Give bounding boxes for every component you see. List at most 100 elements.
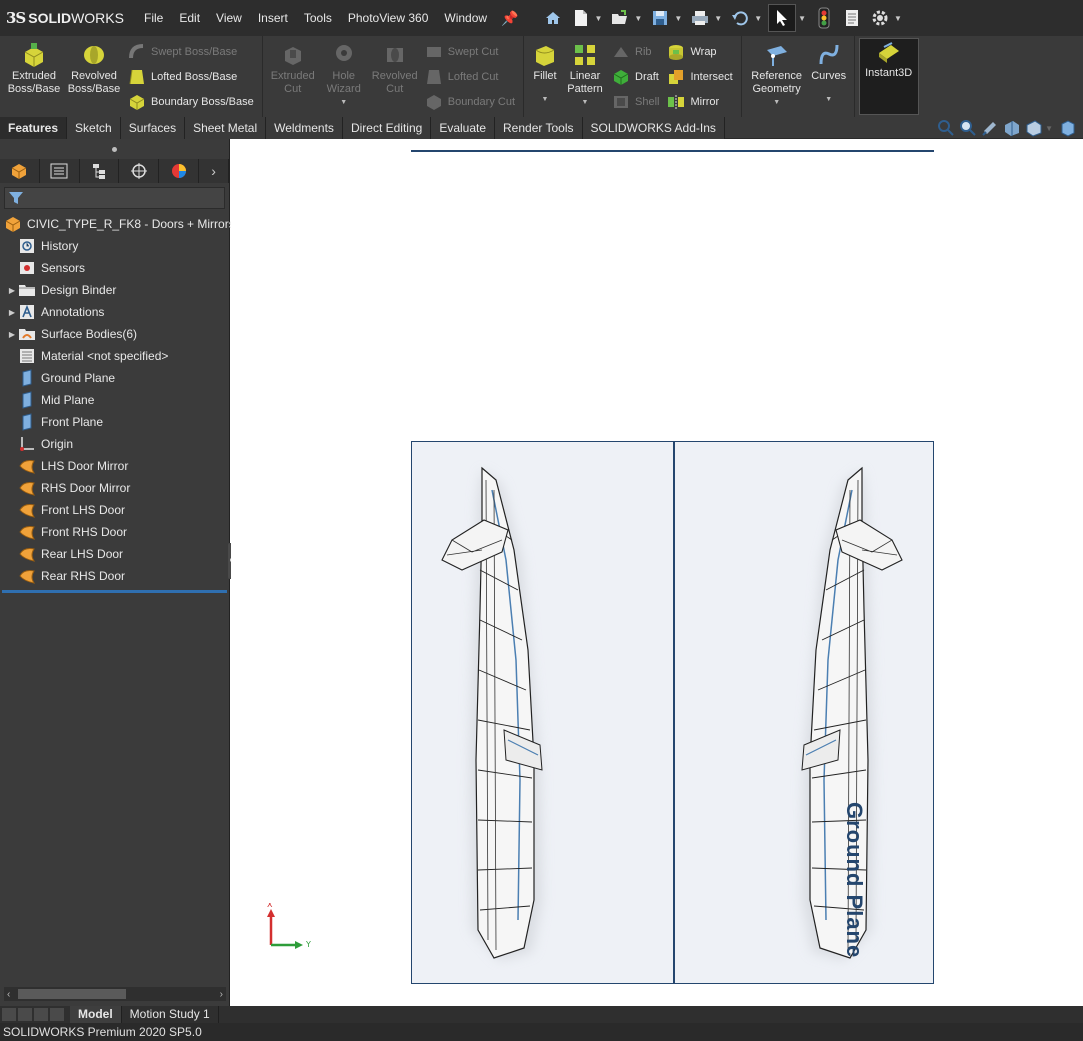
select-dropdown-icon[interactable]: ▼ [798, 14, 806, 23]
options-dropdown-icon[interactable]: ▼ [894, 14, 902, 23]
intersect-button[interactable]: Intersect [667, 66, 733, 88]
open-document-icon[interactable] [608, 6, 632, 30]
revolved-cut-button[interactable]: Revolved Cut [369, 36, 421, 117]
boundary-cut-button[interactable]: Boundary Cut [425, 91, 515, 113]
tree-item-lhs-door-mirror[interactable]: LHS Door Mirror [0, 455, 229, 477]
scroll-right-icon[interactable]: › [220, 989, 223, 1000]
fillet-button[interactable]: Fillet ▼ [528, 36, 562, 117]
previous-view-icon[interactable] [979, 118, 1001, 138]
tab-motion-study-1[interactable]: Motion Study 1 [122, 1006, 219, 1023]
tree-item-rhs-door-mirror[interactable]: RHS Door Mirror [0, 477, 229, 499]
property-manager-tab-icon[interactable] [40, 159, 80, 183]
tab-solidworks-add-ins[interactable]: SOLIDWORKS Add-Ins [582, 117, 725, 139]
boundary-boss-button[interactable]: Boundary Boss/Base [128, 91, 254, 113]
mirror-button[interactable]: Mirror [667, 91, 732, 113]
linear-pattern-dropdown-icon[interactable]: ▼ [582, 96, 589, 109]
tree-item-ground-plane[interactable]: Ground Plane [0, 367, 229, 389]
lofted-boss-button[interactable]: Lofted Boss/Base [128, 66, 254, 88]
lofted-cut-button[interactable]: Lofted Cut [425, 66, 515, 88]
menu-window[interactable]: Window [436, 0, 495, 36]
tree-item-material-not-specified[interactable]: Material <not specified> [0, 345, 229, 367]
panel-horizontal-scrollbar[interactable]: ‹ › [4, 987, 226, 1001]
rebuild-traffic-light-icon[interactable] [812, 6, 836, 30]
curves-dropdown-icon[interactable]: ▼ [825, 93, 832, 106]
next-tab-button[interactable] [34, 1008, 48, 1021]
swept-boss-button[interactable]: Swept Boss/Base [128, 41, 254, 63]
display-manager-tab-icon[interactable] [159, 159, 200, 183]
display-style-icon[interactable] [1057, 118, 1079, 138]
hole-wizard-button[interactable]: Hole Wizard ▼ [319, 36, 369, 117]
scroll-thumb[interactable] [18, 989, 126, 999]
last-tab-button[interactable] [50, 1008, 64, 1021]
more-tabs-chevron-icon[interactable]: › [199, 159, 230, 183]
menu-photoview-360[interactable]: PhotoView 360 [340, 0, 437, 36]
tab-render-tools[interactable]: Render Tools [495, 117, 583, 139]
tree-root-part[interactable]: CIVIC_TYPE_R_FK8 - Doors + Mirrors ( [0, 213, 242, 235]
view-orientation-dropdown-icon[interactable]: ▼ [1045, 124, 1053, 133]
configuration-manager-tab-icon[interactable] [80, 159, 120, 183]
tab-features[interactable]: Features [0, 117, 68, 139]
rollback-bar[interactable] [2, 590, 227, 593]
extruded-boss-button[interactable]: Extruded Boss/Base [4, 36, 64, 117]
tree-item-front-plane[interactable]: Front Plane [0, 411, 229, 433]
tree-item-design-binder[interactable]: ▶ Design Binder [0, 279, 229, 301]
solidworks-logo[interactable]: 3S SOLIDWORKS [0, 0, 132, 36]
section-view-icon[interactable] [1001, 118, 1023, 138]
draft-button[interactable]: Draft [612, 66, 659, 88]
undo-icon[interactable] [728, 6, 752, 30]
previous-tab-button[interactable] [18, 1008, 32, 1021]
hole-wizard-dropdown-icon[interactable]: ▼ [340, 96, 347, 109]
menu-insert[interactable]: Insert [250, 0, 296, 36]
zoom-to-area-icon[interactable] [957, 118, 979, 138]
tree-item-mid-plane[interactable]: Mid Plane [0, 389, 229, 411]
lhs-door-model[interactable] [422, 460, 572, 970]
tree-item-front-rhs-door[interactable]: Front RHS Door [0, 521, 229, 543]
zoom-to-fit-icon[interactable] [935, 118, 957, 138]
expand-arrow-icon[interactable]: ▶ [6, 286, 18, 295]
expand-arrow-icon[interactable]: ▶ [6, 308, 18, 317]
wrap-button[interactable]: Wrap [667, 41, 732, 63]
revolved-boss-button[interactable]: Revolved Boss/Base [64, 36, 124, 117]
tab-surfaces[interactable]: Surfaces [120, 117, 186, 139]
reference-geometry-button[interactable]: Reference Geometry ▼ [746, 36, 808, 117]
ground-plane[interactable]: Ground Plane [411, 441, 934, 984]
tab-evaluate[interactable]: Evaluate [431, 117, 496, 139]
feature-tree-filter[interactable] [4, 187, 225, 209]
extruded-cut-button[interactable]: Extruded Cut [267, 36, 319, 117]
tab-sketch[interactable]: Sketch [67, 117, 121, 139]
menu-tools[interactable]: Tools [296, 0, 340, 36]
instant3d-button[interactable]: Instant3D [858, 38, 919, 115]
tab-model[interactable]: Model [70, 1006, 122, 1023]
print-dropdown-icon[interactable]: ▼ [714, 14, 722, 23]
new-document-icon[interactable] [569, 6, 593, 30]
menu-view[interactable]: View [208, 0, 250, 36]
swept-cut-button[interactable]: Swept Cut [425, 41, 515, 63]
tree-item-sensors[interactable]: Sensors [0, 257, 229, 279]
linear-pattern-button[interactable]: Linear Pattern ▼ [562, 36, 608, 117]
tab-weldments[interactable]: Weldments [266, 117, 343, 139]
tree-item-annotations[interactable]: ▶ Annotations [0, 301, 229, 323]
panel-grip[interactable] [0, 139, 229, 159]
feature-manager-tab-icon[interactable] [0, 159, 40, 183]
tab-direct-editing[interactable]: Direct Editing [342, 117, 432, 139]
tree-item-rear-lhs-door[interactable]: Rear LHS Door [0, 543, 229, 565]
graphics-area[interactable]: Ground Plane X Y [231, 139, 1083, 1007]
menu-file[interactable]: File [136, 0, 171, 36]
reference-geometry-dropdown-icon[interactable]: ▼ [773, 96, 780, 109]
first-tab-button[interactable] [2, 1008, 16, 1021]
options-gear-icon[interactable] [868, 6, 892, 30]
menu-edit[interactable]: Edit [171, 0, 208, 36]
tree-item-rear-rhs-door[interactable]: Rear RHS Door [0, 565, 229, 587]
tree-item-surface-bodies-6[interactable]: ▶ Surface Bodies(6) [0, 323, 229, 345]
print-icon[interactable] [688, 6, 712, 30]
expand-arrow-icon[interactable]: ▶ [6, 330, 18, 339]
tree-item-front-lhs-door[interactable]: Front LHS Door [0, 499, 229, 521]
tree-item-history[interactable]: History [0, 235, 229, 257]
save-dropdown-icon[interactable]: ▼ [674, 14, 682, 23]
curves-button[interactable]: Curves ▼ [808, 36, 850, 117]
tree-item-origin[interactable]: Origin [0, 433, 229, 455]
save-icon[interactable] [648, 6, 672, 30]
home-icon[interactable] [541, 6, 565, 30]
new-dropdown-icon[interactable]: ▼ [595, 14, 603, 23]
select-cursor-icon[interactable] [768, 4, 797, 32]
